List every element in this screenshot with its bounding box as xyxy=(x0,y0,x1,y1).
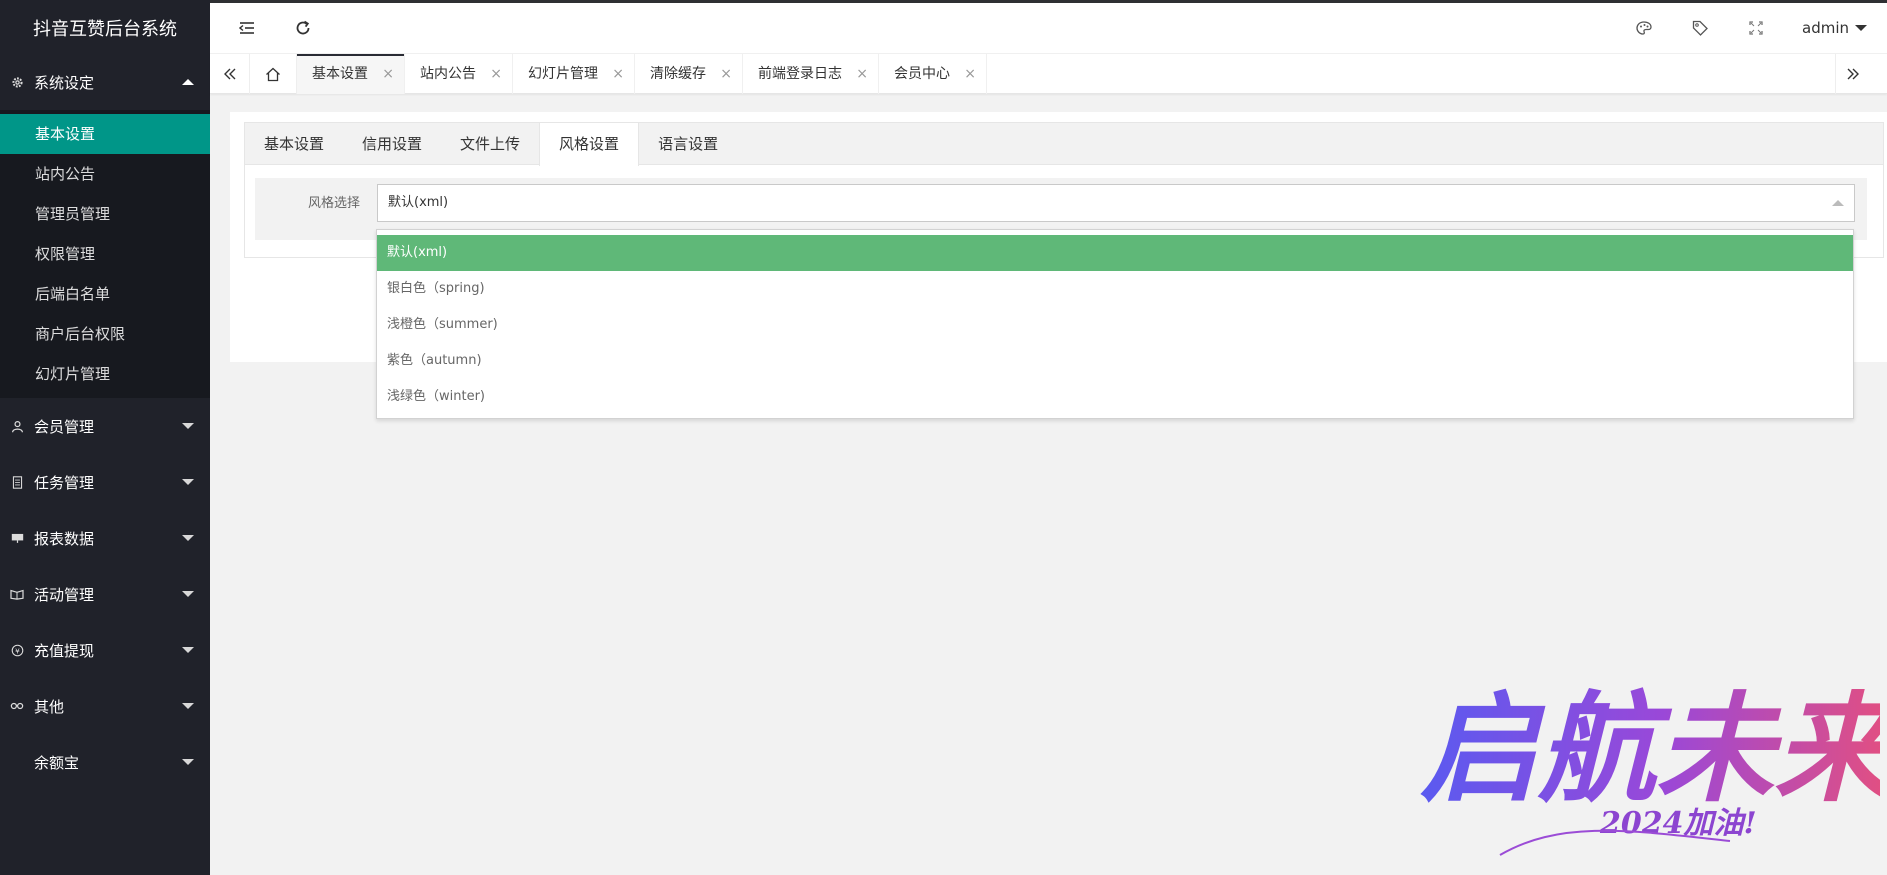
nav-report-data[interactable]: 报表数据 xyxy=(0,510,210,566)
sidebar-item-announcements[interactable]: 站内公告 xyxy=(0,154,210,194)
tag-icon[interactable] xyxy=(1689,17,1711,39)
page-tab-label: 幻灯片管理 xyxy=(528,66,598,82)
task-icon xyxy=(10,475,24,489)
nav-recharge-withdraw[interactable]: ¥ 充值提现 xyxy=(0,622,210,678)
nav-label: 活动管理 xyxy=(34,585,95,604)
chevron-down-icon xyxy=(182,535,194,541)
tab-language-settings[interactable]: 语言设置 xyxy=(639,123,737,164)
nav-system-settings[interactable]: 系统设定 xyxy=(0,54,210,110)
top-header: admin xyxy=(210,0,1887,54)
chevron-down-icon xyxy=(182,647,194,653)
style-option-winter[interactable]: 浅绿色（winter) xyxy=(377,379,1853,415)
tab-basic-settings[interactable]: 基本设置 xyxy=(245,123,343,164)
nav-label: 余额宝 xyxy=(34,753,80,772)
nav-group-system: 系统设定 基本设置 站内公告 管理员管理 权限管理 后端白名单 商户后台权限 幻… xyxy=(0,54,210,398)
style-select-label: 风格选择 xyxy=(307,196,360,211)
nav-task-management[interactable]: 任务管理 xyxy=(0,454,210,510)
page-tab-announcements[interactable]: 站内公告 × xyxy=(405,54,513,94)
sidebar-item-slides[interactable]: 幻灯片管理 xyxy=(0,354,210,394)
page-tab-basic-settings[interactable]: 基本设置 × xyxy=(297,54,405,94)
app-title: 抖音互赞后台系统 xyxy=(0,0,210,54)
close-icon[interactable]: × xyxy=(612,54,624,94)
chevron-down-icon xyxy=(182,591,194,597)
sidebar-item-merchant-permissions[interactable]: 商户后台权限 xyxy=(0,314,210,354)
nav-activity-management[interactable]: 活动管理 xyxy=(0,566,210,622)
nav-sub-list: 基本设置 站内公告 管理员管理 权限管理 后端白名单 商户后台权限 幻灯片管理 xyxy=(0,110,210,398)
watermark-main-text: 启航未来 xyxy=(1420,679,1880,818)
tabs-scroll-left-icon[interactable] xyxy=(210,54,250,94)
activity-icon xyxy=(10,587,24,601)
page-tab-login-log[interactable]: 前端登录日志 × xyxy=(743,54,879,94)
close-icon[interactable]: × xyxy=(720,54,732,94)
page-tab-clear-cache[interactable]: 清除缓存 × xyxy=(635,54,743,94)
sidebar-item-admin-management[interactable]: 管理员管理 xyxy=(0,194,210,234)
svg-text:¥: ¥ xyxy=(15,646,20,655)
chevron-down-icon xyxy=(182,759,194,765)
sidebar-item-permissions[interactable]: 权限管理 xyxy=(0,234,210,274)
page-tab-label: 会员中心 xyxy=(894,66,950,82)
yen-icon: ¥ xyxy=(10,643,24,657)
close-icon[interactable]: × xyxy=(964,54,976,94)
nav-other[interactable]: 其他 xyxy=(0,678,210,734)
tabs-scroll-right-icon[interactable] xyxy=(1835,54,1887,94)
user-name: admin xyxy=(1802,19,1849,37)
chevron-down-icon xyxy=(182,703,194,709)
page-tab-label: 基本设置 xyxy=(312,66,368,82)
chevron-up-icon xyxy=(182,79,194,85)
nav-label: 会员管理 xyxy=(34,417,95,436)
style-select-dropdown: 默认(xml) 银白色（spring) 浅橙色（summer) 紫色（autum… xyxy=(376,229,1854,419)
fullscreen-icon[interactable] xyxy=(1745,17,1767,39)
close-icon[interactable]: × xyxy=(490,54,502,94)
chevron-up-icon xyxy=(1832,200,1844,206)
nav-member-management[interactable]: 会员管理 xyxy=(0,398,210,454)
page-tab-slides[interactable]: 幻灯片管理 × xyxy=(513,54,635,94)
watermark-logo: 启航未来 2024加油! xyxy=(1420,679,1880,856)
nav-label: 其他 xyxy=(34,697,65,716)
close-icon[interactable]: × xyxy=(382,54,394,94)
page-tab-label: 清除缓存 xyxy=(650,66,706,82)
chevron-down-icon xyxy=(182,423,194,429)
chevron-down-icon xyxy=(1855,25,1867,31)
style-select[interactable]: 默认(xml) xyxy=(377,184,1855,222)
home-icon[interactable] xyxy=(250,54,297,94)
gear-icon xyxy=(10,75,24,89)
page-tab-list: 基本设置 × 站内公告 × 幻灯片管理 × 清除缓存 × 前端登录日志 × 会员… xyxy=(297,54,987,94)
page-tabs-bar: 基本设置 × 站内公告 × 幻灯片管理 × 清除缓存 × 前端登录日志 × 会员… xyxy=(210,54,1887,94)
page-tab-label: 站内公告 xyxy=(420,66,476,82)
tab-file-upload[interactable]: 文件上传 xyxy=(441,123,539,164)
nav-label: 任务管理 xyxy=(34,473,95,492)
page-tab-member-center[interactable]: 会员中心 × xyxy=(879,54,987,94)
style-option-autumn[interactable]: 紫色（autumn) xyxy=(377,343,1853,379)
nav-label: 报表数据 xyxy=(34,529,95,548)
style-select-value: 默认(xml) xyxy=(388,195,449,210)
nav-balance-treasure[interactable]: 余额宝 xyxy=(0,734,210,790)
close-icon[interactable]: × xyxy=(856,54,868,94)
theme-palette-icon[interactable] xyxy=(1633,17,1655,39)
style-option-spring[interactable]: 银白色（spring) xyxy=(377,271,1853,307)
report-icon xyxy=(10,531,24,545)
menu-fold-icon[interactable] xyxy=(236,17,258,39)
chevron-down-icon xyxy=(182,479,194,485)
style-option-default[interactable]: 默认(xml) xyxy=(377,235,1853,271)
tab-credit-settings[interactable]: 信用设置 xyxy=(343,123,441,164)
user-icon xyxy=(10,419,24,433)
sidebar-item-basic-settings[interactable]: 基本设置 xyxy=(0,114,210,154)
blank-icon xyxy=(10,755,24,769)
settings-tabs: 基本设置 信用设置 文件上传 风格设置 语言设置 xyxy=(245,123,1883,166)
link-icon xyxy=(10,699,24,713)
style-option-summer[interactable]: 浅橙色（summer) xyxy=(377,307,1853,343)
sidebar-item-whitelist[interactable]: 后端白名单 xyxy=(0,274,210,314)
sidebar: 抖音互赞后台系统 系统设定 基本设置 站内公告 管理员管理 权限管理 后端白名单… xyxy=(0,0,210,875)
tab-style-settings[interactable]: 风格设置 xyxy=(539,123,640,166)
page-tab-label: 前端登录日志 xyxy=(758,66,842,82)
user-menu[interactable]: admin xyxy=(1802,19,1867,37)
nav-label: 充值提现 xyxy=(34,641,95,660)
nav-label: 系统设定 xyxy=(34,73,95,92)
refresh-icon[interactable] xyxy=(292,17,314,39)
